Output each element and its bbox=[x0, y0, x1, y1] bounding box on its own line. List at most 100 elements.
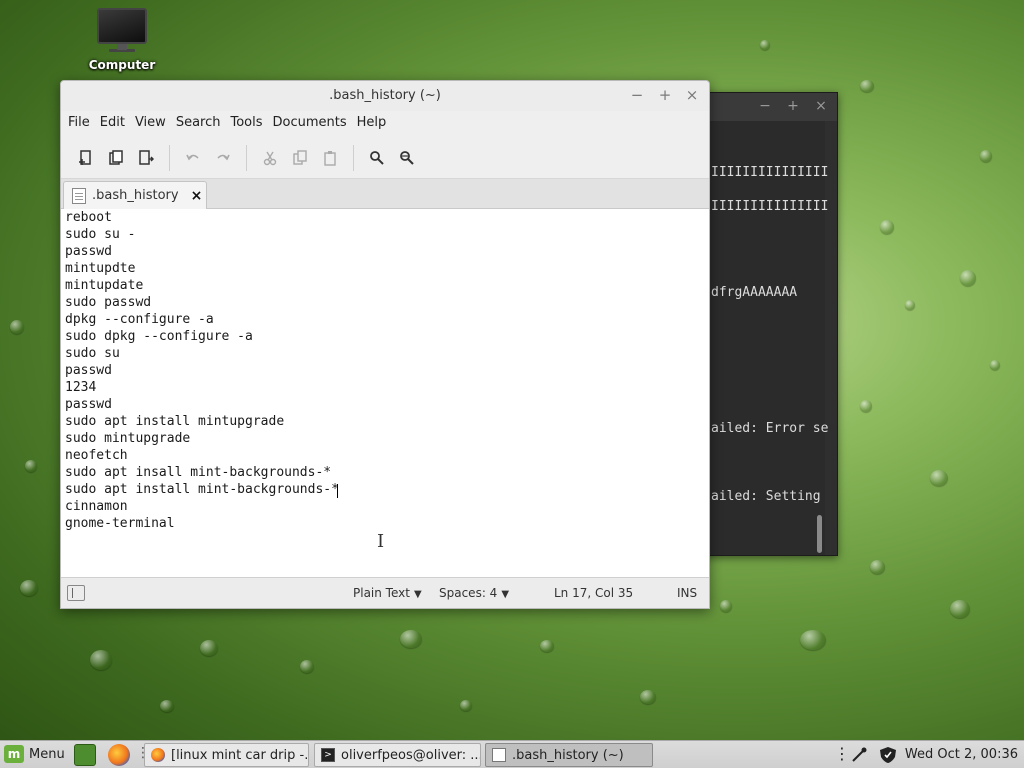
text-line: reboot bbox=[65, 210, 112, 225]
text-line: sudo apt insall mint-backgrounds-* bbox=[65, 465, 332, 480]
menu-file[interactable]: File bbox=[63, 111, 95, 137]
find-button[interactable] bbox=[362, 143, 392, 173]
current-line-text: sudo apt install mint-backgrounds-* bbox=[65, 482, 339, 497]
undo-button[interactable] bbox=[178, 143, 208, 173]
side-panel-toggle-button[interactable] bbox=[67, 585, 85, 601]
redo-button[interactable] bbox=[208, 143, 238, 173]
tab-close-icon[interactable]: × bbox=[191, 188, 203, 204]
editor-titlebar[interactable]: .bash_history (~) − + × bbox=[61, 81, 709, 111]
text-line: mintupdate bbox=[65, 278, 144, 293]
tab-bar: .bash_history × bbox=[61, 179, 709, 209]
text-line: mintupdte bbox=[65, 261, 136, 276]
menubar: File Edit View Search Tools Documents He… bbox=[61, 111, 709, 137]
save-document-icon bbox=[139, 149, 154, 165]
new-document-icon bbox=[79, 149, 91, 165]
tab-width-label: Spaces: 4 bbox=[439, 586, 498, 600]
search-replace-icon bbox=[400, 150, 414, 165]
tab-bash-history[interactable]: .bash_history × bbox=[63, 181, 207, 209]
search-icon bbox=[370, 150, 384, 165]
terminal-scrollbar[interactable] bbox=[817, 515, 822, 553]
paste-button[interactable] bbox=[315, 143, 345, 173]
firefox-icon bbox=[151, 748, 165, 762]
terminal-line: IIIIIIIIIIIIIIIIIIIIIII bbox=[711, 199, 829, 214]
taskbar: m Menu ⋮ [linux mint car drip -... > oli… bbox=[0, 740, 1024, 768]
undo-icon bbox=[186, 154, 199, 160]
terminal-titlebar[interactable]: − + × bbox=[691, 93, 837, 121]
computer-icon bbox=[97, 8, 147, 50]
open-document-icon bbox=[109, 149, 123, 165]
chevron-down-icon: ▼ bbox=[501, 589, 510, 600]
toolbar bbox=[61, 137, 709, 179]
text-editing-area[interactable]: reboot sudo su - passwd mintupdte mintup… bbox=[61, 209, 709, 579]
mouse-ibeam-cursor: I bbox=[377, 531, 385, 552]
text-line: sudo mintupgrade bbox=[65, 431, 191, 446]
open-document-button[interactable] bbox=[101, 143, 131, 173]
desktop-icon-computer[interactable]: Computer bbox=[86, 8, 158, 72]
insert-mode-indicator: INS bbox=[677, 586, 698, 600]
redo-icon bbox=[217, 154, 230, 160]
menu-help[interactable]: Help bbox=[352, 111, 392, 137]
terminal-maximize-button[interactable]: + bbox=[785, 98, 801, 114]
eyedropper-icon bbox=[852, 747, 867, 762]
status-bar: Plain Text ▼ Spaces: 4 ▼ Ln 17, Col 35 INS bbox=[61, 577, 709, 608]
text-line: passwd bbox=[65, 363, 112, 378]
show-desktop-icon[interactable] bbox=[74, 744, 96, 766]
taskbar-item-label: [linux mint car drip -... bbox=[171, 747, 309, 763]
close-button[interactable]: × bbox=[683, 86, 701, 104]
linux-mint-logo-icon: m bbox=[4, 745, 24, 763]
cut-button[interactable] bbox=[255, 143, 285, 173]
panel-options-icon[interactable]: ⋮ bbox=[834, 744, 850, 763]
tab-label: .bash_history bbox=[92, 188, 179, 203]
save-document-button[interactable] bbox=[131, 143, 161, 173]
taskbar-item-label: .bash_history (~) bbox=[512, 747, 624, 763]
paste-icon bbox=[324, 150, 336, 166]
text-line: gnome-terminal bbox=[65, 516, 175, 531]
desktop-icon-label: Computer bbox=[88, 58, 156, 72]
start-menu-button[interactable]: m Menu bbox=[4, 745, 65, 763]
text-line: sudo passwd bbox=[65, 295, 152, 310]
menu-documents[interactable]: Documents bbox=[268, 111, 352, 137]
window-title: .bash_history (~) bbox=[329, 88, 441, 103]
menu-search[interactable]: Search bbox=[171, 111, 226, 137]
text-editor-window[interactable]: .bash_history (~) − + × File Edit View S… bbox=[60, 80, 710, 609]
minimize-button[interactable]: − bbox=[628, 86, 646, 104]
taskbar-item-terminal[interactable]: > oliverfpeos@oliver: ... bbox=[314, 743, 481, 767]
text-caret bbox=[337, 484, 338, 498]
toolbar-separator bbox=[169, 144, 170, 171]
text-line: sudo apt install mintupgrade bbox=[65, 414, 285, 429]
firefox-launcher-icon[interactable] bbox=[108, 744, 130, 766]
taskbar-item-firefox[interactable]: [linux mint car drip -... bbox=[144, 743, 309, 767]
text-line: 1234 bbox=[65, 380, 97, 395]
tab-width-selector[interactable]: Spaces: 4 ▼ bbox=[439, 586, 509, 600]
terminal-window[interactable]: − + × IIIIIIIIIIIIIIIIIIIIIII IIIIIIIIII… bbox=[690, 92, 838, 556]
maximize-button[interactable]: + bbox=[656, 86, 674, 104]
shield-icon bbox=[880, 747, 896, 763]
find-replace-button[interactable] bbox=[392, 143, 422, 173]
text-line: sudo dpkg --configure -a bbox=[65, 329, 253, 344]
menu-label: Menu bbox=[29, 746, 65, 762]
copy-button[interactable] bbox=[285, 143, 315, 173]
text-line: cinnamon bbox=[65, 499, 128, 514]
terminal-close-button[interactable]: × bbox=[813, 98, 829, 114]
cursor-position: Ln 17, Col 35 bbox=[554, 586, 634, 600]
menu-view[interactable]: View bbox=[130, 111, 171, 137]
terminal-line: ailed: Setting bbox=[711, 489, 821, 504]
language-selector[interactable]: Plain Text ▼ bbox=[353, 586, 422, 600]
terminal-output[interactable]: IIIIIIIIIIIIIIIIIIIIIII IIIIIIIIIIIIIIII… bbox=[711, 121, 829, 555]
text-document-icon bbox=[72, 187, 86, 204]
terminal-minimize-button[interactable]: − bbox=[757, 98, 773, 114]
text-line: passwd bbox=[65, 244, 112, 259]
text-line: dpkg --configure -a bbox=[65, 312, 214, 327]
color-picker-icon[interactable] bbox=[850, 746, 868, 768]
update-manager-icon[interactable] bbox=[878, 746, 898, 768]
clock[interactable]: Wed Oct 2, 00:36 bbox=[905, 747, 1018, 762]
toolbar-separator bbox=[353, 144, 354, 171]
menu-tools[interactable]: Tools bbox=[225, 111, 267, 137]
taskbar-item-text-editor[interactable]: .bash_history (~) bbox=[485, 743, 653, 767]
new-document-button[interactable] bbox=[71, 143, 101, 173]
chevron-down-icon: ▼ bbox=[413, 589, 422, 600]
terminal-line: IIIIIIIIIIIIIIIIIIIIIII bbox=[711, 165, 829, 180]
menu-edit[interactable]: Edit bbox=[95, 111, 130, 137]
terminal-line: ailed: Error se bbox=[711, 421, 829, 436]
terminal-icon: > bbox=[321, 748, 335, 762]
